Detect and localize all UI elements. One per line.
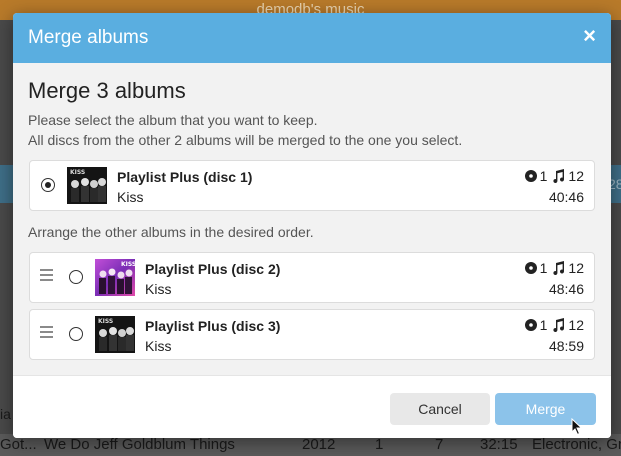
album-stats: 1 12 40:46: [524, 167, 584, 205]
track-count: 12: [568, 260, 584, 276]
other-album-card[interactable]: KISS Playlist Plus (disc 3) Kiss 1 12 48…: [29, 309, 595, 360]
album-name: Playlist Plus (disc 3): [145, 318, 281, 334]
album-cover: KISS: [95, 316, 135, 353]
disc-count: 1: [539, 317, 548, 333]
drag-handle-icon[interactable]: [40, 269, 53, 281]
album-artist: Kiss: [145, 281, 172, 297]
album-name: Playlist Plus (disc 2): [145, 261, 281, 277]
disc-icon: [524, 262, 537, 274]
music-note-icon: [553, 261, 565, 275]
track-count: 12: [568, 168, 584, 184]
cancel-button[interactable]: Cancel: [390, 393, 490, 425]
album-cover: KISS: [95, 259, 135, 296]
instructions-line-2: All discs from the other 2 albums will b…: [28, 132, 463, 148]
album-duration: 48:59: [548, 338, 584, 354]
merge-heading: Merge 3 albums: [28, 78, 186, 103]
arrange-hint: Arrange the other albums in the desired …: [28, 224, 314, 240]
drag-handle-icon[interactable]: [40, 326, 53, 338]
album-duration: 40:46: [548, 189, 584, 205]
disc-count: 1: [539, 260, 548, 276]
album-name: Playlist Plus (disc 1): [117, 169, 253, 185]
selected-album-card[interactable]: KISS Playlist Plus (disc 1) Kiss 1 12 40…: [29, 160, 595, 211]
keep-album-radio[interactable]: [41, 178, 55, 192]
close-button[interactable]: ×: [583, 25, 596, 47]
album-stats: 1 12 48:46: [524, 259, 584, 297]
svg-text:KISS: KISS: [70, 169, 85, 176]
mouse-pointer-icon: [571, 418, 583, 436]
dialog-header: Merge albums ×: [13, 13, 611, 63]
album-stats: 1 12 48:59: [524, 316, 584, 354]
keep-album-radio[interactable]: [69, 270, 83, 284]
disc-icon: [524, 319, 537, 331]
track-count: 12: [568, 317, 584, 333]
svg-text:KISS: KISS: [121, 261, 135, 268]
background-partial-text: ia: [0, 406, 11, 422]
album-artist: Kiss: [145, 338, 172, 354]
dialog-footer: Cancel Merge: [13, 375, 611, 438]
disc-icon: [524, 170, 537, 182]
keep-album-radio[interactable]: [69, 327, 83, 341]
svg-text:KISS: KISS: [98, 318, 113, 325]
album-duration: 48:46: [548, 281, 584, 297]
music-note-icon: [553, 318, 565, 332]
instructions-line-1: Please select the album that you want to…: [28, 112, 318, 128]
disc-count: 1: [539, 168, 548, 184]
dialog-body: Merge 3 albums Please select the album t…: [13, 63, 611, 375]
dialog-title: Merge albums: [28, 27, 149, 48]
album-cover: KISS: [67, 167, 107, 204]
album-artist: Kiss: [117, 189, 144, 205]
other-album-card[interactable]: KISS Playlist Plus (disc 2) Kiss 1 12 48…: [29, 252, 595, 303]
music-note-icon: [553, 169, 565, 183]
merge-albums-dialog: Merge albums × Merge 3 albums Please sel…: [13, 13, 611, 438]
